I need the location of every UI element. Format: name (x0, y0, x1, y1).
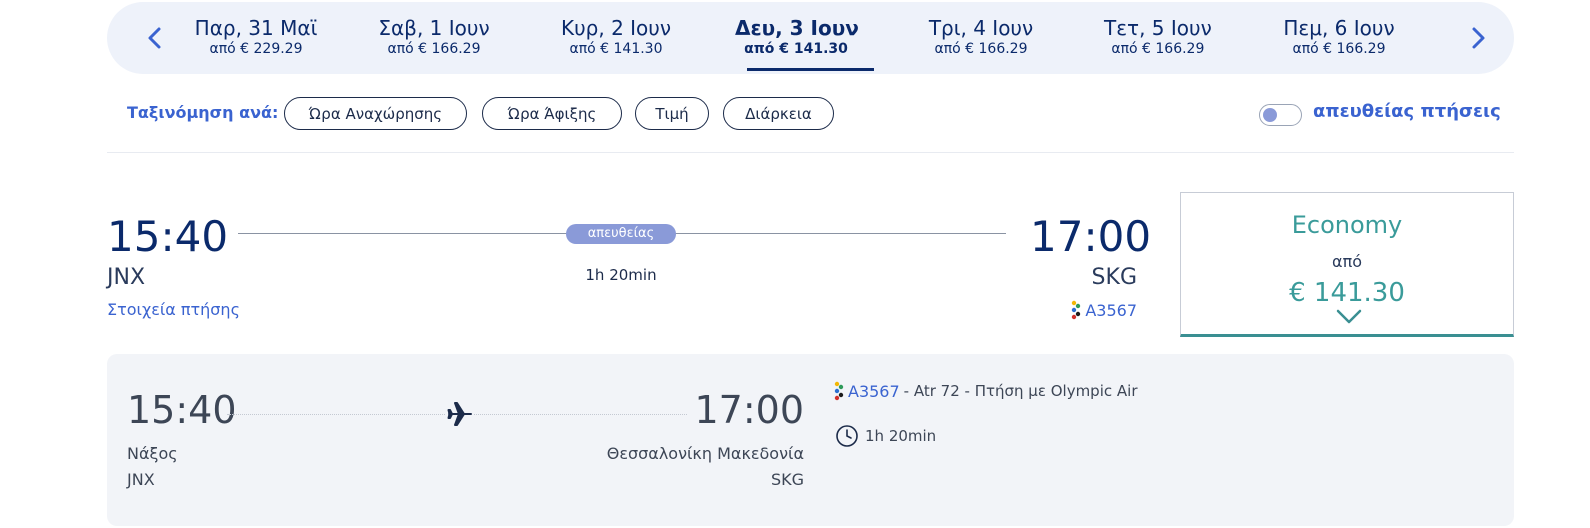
sort-price-button[interactable]: Τιμή (635, 97, 709, 130)
divider (107, 152, 1514, 153)
direct-flights-label: απευθείας πτήσεις (1313, 101, 1501, 122)
arrival-time: 17:00 (1030, 212, 1152, 261)
olympic-air-logo-icon (834, 381, 844, 401)
fare-class: Economy (1291, 211, 1403, 239)
date-tab-label: Παρ, 31 Μαϊ (194, 16, 318, 40)
details-duration-text: 1h 20min (865, 427, 937, 445)
date-tab-price: από € 166.29 (1111, 41, 1205, 57)
clock-icon (836, 425, 858, 447)
date-tab-label: Τρι, 4 Ιουν (928, 16, 1034, 40)
sort-by-label: Ταξινόμηση ανά: (127, 103, 279, 122)
prev-dates-button[interactable] (139, 22, 171, 54)
chevron-right-icon (1472, 27, 1485, 49)
date-tab[interactable]: Παρ, 31 Μαϊ από € 229.29 (192, 16, 320, 57)
date-tab-label: Σαβ, 1 Ιουν (378, 16, 490, 40)
chevron-down-icon (1336, 309, 1362, 324)
date-tab[interactable]: Κυρ, 2 Ιουν από € 141.30 (559, 16, 673, 57)
sort-duration-button[interactable]: Διάρκεια (723, 97, 834, 130)
aircraft-and-operator: - Atr 72 - Πτήση με Olympic Air (903, 382, 1138, 400)
date-tab[interactable]: Σαβ, 1 Ιουν από € 166.29 (375, 16, 493, 57)
economy-fare-card[interactable]: Economy από € 141.30 (1180, 192, 1514, 337)
flight-details-link[interactable]: Στοιχεία πτήσης (107, 300, 240, 319)
direct-flights-toggle[interactable] (1259, 104, 1302, 126)
olympic-air-logo-icon (1072, 300, 1081, 320)
direct-flight-badge: απευθείας (566, 224, 676, 244)
fare-price: € 141.30 (1289, 278, 1405, 308)
airplane-icon (446, 400, 474, 428)
flight-info: A3567 - Atr 72 - Πτήση με Olympic Air (834, 381, 1137, 401)
chevron-left-icon (148, 27, 161, 49)
details-duration: 1h 20min (835, 424, 936, 448)
flight-number: A3567 (1050, 300, 1137, 320)
date-tab-label: Κυρ, 2 Ιουν (560, 16, 672, 40)
departure-time: 15:40 (107, 212, 229, 261)
flight-number-text: A3567 (1085, 300, 1137, 320)
details-departure-code: JNX (127, 470, 155, 489)
details-arrival-code: SKG (770, 470, 804, 489)
flight-duration: 1h 20min (585, 266, 657, 284)
date-tab-price: από € 229.29 (209, 41, 303, 57)
date-carousel: Παρ, 31 Μαϊ από € 229.29 Σαβ, 1 Ιουν από… (107, 2, 1514, 74)
date-tab[interactable]: Τετ, 5 Ιουν από € 166.29 (1104, 16, 1212, 57)
date-tab-price: από € 166.29 (387, 41, 481, 57)
date-tab-price: από € 166.29 (934, 41, 1028, 57)
flight-details-panel: 15:40 17:00 Νάξος JNX Θεσσαλονίκη Μακεδο… (107, 354, 1514, 526)
date-tab[interactable]: Πεμ, 6 Ιουν από € 166.29 (1279, 16, 1399, 57)
fare-from-label: από (1332, 252, 1362, 271)
toggle-knob (1263, 108, 1277, 122)
date-tab-price: από € 141.30 (744, 41, 848, 57)
details-departure-time: 15:40 (127, 388, 237, 432)
date-tab[interactable]: Τρι, 4 Ιουν από € 166.29 (925, 16, 1037, 57)
next-dates-button[interactable] (1462, 22, 1494, 54)
sort-arrival-time-button[interactable]: Ώρα Άφιξης (482, 97, 622, 130)
selected-date-indicator (747, 68, 874, 71)
date-tab-price: από € 166.29 (1292, 41, 1386, 57)
departure-airport-code: JNX (107, 265, 146, 290)
arrival-airport-code: SKG (1091, 265, 1137, 290)
departure-city: Νάξος (127, 444, 178, 463)
date-tab-label: Πεμ, 6 Ιουν (1283, 16, 1395, 40)
date-tab-price: από € 141.30 (569, 41, 663, 57)
arrival-city: Θεσσαλονίκη Μακεδονία (606, 444, 804, 463)
date-tab-label: Τετ, 5 Ιουν (1104, 16, 1212, 40)
details-flight-number: A3567 (848, 381, 900, 401)
details-arrival-time: 17:00 (694, 388, 804, 432)
date-tab-selected[interactable]: Δευ, 3 Ιουν από € 141.30 (735, 16, 859, 57)
sort-departure-time-button[interactable]: Ώρα Αναχώρησης (284, 97, 467, 130)
date-tab-label: Δευ, 3 Ιουν (735, 16, 859, 40)
